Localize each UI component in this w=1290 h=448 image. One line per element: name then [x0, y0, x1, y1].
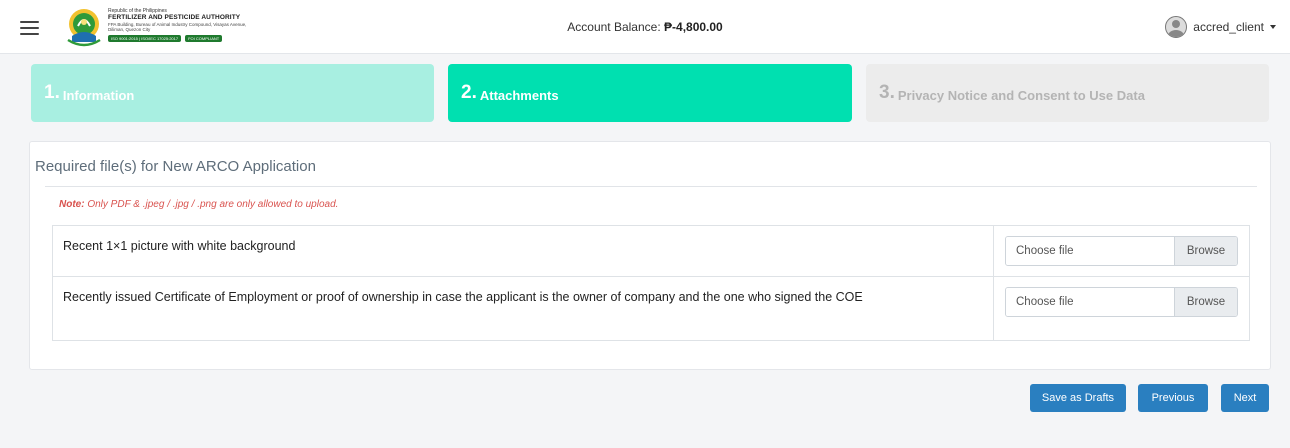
photo-file-input[interactable]: Choose file Browse	[1005, 236, 1238, 266]
foi-badge: FOI COMPLIANT	[185, 35, 223, 42]
browse-button[interactable]: Browse	[1174, 237, 1237, 265]
card-divider	[45, 186, 1257, 187]
step-privacy-notice[interactable]: 3. Privacy Notice and Consent to Use Dat…	[866, 64, 1269, 122]
top-navbar: Republic of the Philippines FERTILIZER A…	[0, 0, 1290, 54]
file-description: Recent 1×1 picture with white background	[52, 225, 994, 277]
step-number: 1.	[44, 82, 60, 103]
card-title: Required file(s) for New ARCO Applicatio…	[35, 158, 316, 175]
file-placeholder: Choose file	[1006, 237, 1174, 265]
iso-badge: ISO 9001:2015 | ISO/IEC 17025:2017	[108, 35, 182, 42]
account-balance: Account Balance: ₱-4,800.00	[0, 20, 1290, 34]
next-button[interactable]: Next	[1221, 384, 1269, 412]
file-cell: Choose file Browse	[993, 276, 1250, 341]
step-attachments[interactable]: 2. Attachments	[448, 64, 852, 122]
user-menu[interactable]: accred_client	[1165, 16, 1276, 38]
note-text: Only PDF & .jpeg / .jpg / .png are only …	[84, 199, 339, 210]
file-placeholder: Choose file	[1006, 288, 1174, 316]
caret-down-icon	[1270, 25, 1276, 29]
file-cell: Choose file Browse	[993, 225, 1250, 277]
step-label: Privacy Notice and Consent to Use Data	[897, 87, 1145, 103]
step-number: 2.	[461, 82, 477, 103]
coe-file-input[interactable]: Choose file Browse	[1005, 287, 1238, 317]
required-files-table: Recent 1×1 picture with white background…	[52, 225, 1250, 341]
upload-note: Note: Only PDF & .jpeg / .jpg / .png are…	[59, 199, 338, 210]
table-row: Recently issued Certificate of Employmen…	[52, 276, 1250, 341]
attachments-card: Required file(s) for New ARCO Applicatio…	[29, 141, 1271, 370]
previous-button[interactable]: Previous	[1138, 384, 1208, 412]
balance-value: ₱-4,800.00	[664, 20, 723, 34]
step-information[interactable]: 1. Information	[31, 64, 434, 122]
save-as-drafts-button[interactable]: Save as Drafts	[1030, 384, 1126, 412]
balance-label: Account Balance:	[567, 20, 661, 34]
file-description: Recently issued Certificate of Employmen…	[52, 276, 994, 341]
browse-button[interactable]: Browse	[1174, 288, 1237, 316]
username: accred_client	[1193, 20, 1264, 34]
table-row: Recent 1×1 picture with white background…	[52, 225, 1250, 277]
step-label: Information	[62, 87, 135, 103]
step-label: Attachments	[479, 87, 559, 103]
note-label: Note:	[59, 199, 85, 210]
step-number: 3.	[879, 82, 895, 103]
user-avatar-icon	[1165, 16, 1188, 38]
